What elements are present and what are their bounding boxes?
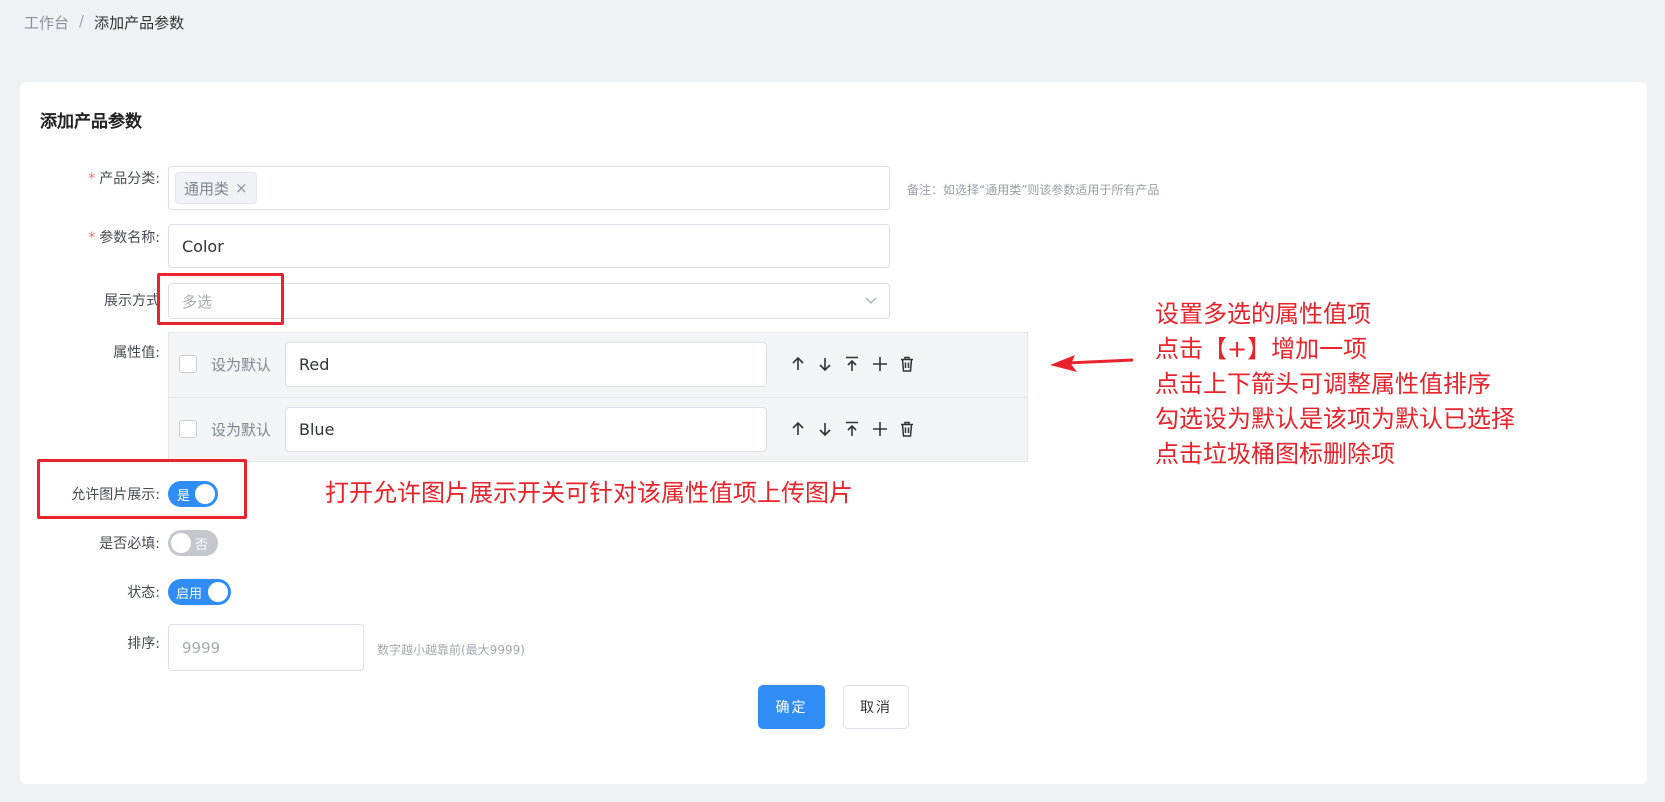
category-tag-label: 通用类 [184, 179, 230, 198]
switch-knob [171, 533, 191, 553]
required-switch[interactable]: 否 [168, 530, 218, 556]
breadcrumb-home[interactable]: 工作台 [24, 12, 69, 33]
sort-hint: 数字越小越靠前(最大9999) [377, 643, 525, 657]
annotation-line: 点击【+】增加一项 [1155, 335, 1368, 363]
required-mark: * [88, 171, 96, 187]
arrow-down-icon[interactable] [816, 355, 834, 373]
category-hint: 备注：如选择“通用类”则该参数适用于所有产品 [907, 183, 1160, 197]
default-checkbox-label: 设为默认 [211, 421, 272, 439]
status-label: 状态: [127, 585, 160, 601]
category-tag: 通用类 × [175, 172, 257, 204]
param-name-input[interactable]: Color [168, 224, 890, 268]
trash-icon[interactable] [898, 355, 916, 373]
display-mode-highlight-box [157, 273, 284, 325]
breadcrumb-separator: / [79, 12, 85, 30]
annotation-line: 点击上下箭头可调整属性值排序 [1155, 370, 1491, 398]
page-title: 添加产品参数 [40, 112, 142, 132]
status-switch[interactable]: 启用 [168, 579, 231, 605]
arrow-up-icon[interactable] [789, 355, 807, 373]
annotation-right-notes: 设置多选的属性值项 点击【+】增加一项 点击上下箭头可调整属性值排序 勾选设为默… [1155, 297, 1515, 472]
default-checkbox-label: 设为默认 [211, 356, 272, 374]
list-item: 设为默认 Blue [169, 397, 1027, 460]
annotation-line: 点击垃圾桶图标删除项 [1155, 440, 1395, 468]
plus-icon[interactable] [871, 355, 889, 373]
default-checkbox[interactable] [179, 420, 197, 438]
move-top-icon[interactable] [843, 420, 861, 438]
arrow-down-icon[interactable] [816, 420, 834, 438]
category-label: * 产品分类: [88, 171, 160, 187]
arrow-up-icon[interactable] [789, 420, 807, 438]
category-select[interactable]: 通用类 × [168, 166, 890, 210]
param-name-label: * 参数名称: [88, 230, 160, 246]
tag-close-icon[interactable]: × [235, 179, 248, 197]
sort-input[interactable]: 9999 [168, 624, 364, 671]
move-top-icon[interactable] [843, 355, 861, 373]
display-mode-label: 展示方式 [104, 293, 160, 309]
cancel-button[interactable]: 取消 [843, 685, 909, 729]
switch-knob [208, 582, 228, 602]
attr-values-label: 属性值: [113, 345, 160, 361]
required-mark: * [88, 230, 96, 246]
annotation-switch-note: 打开允许图片展示开关可针对该属性值项上传图片 [325, 479, 853, 507]
required-label: 是否必填: [99, 536, 160, 552]
attr-values-list: 设为默认 Red 设为默认 Blue [168, 332, 1028, 462]
list-item: 设为默认 Red [169, 333, 1027, 396]
plus-icon[interactable] [871, 420, 889, 438]
annotation-arrow-icon [1050, 355, 1134, 372]
attr-value-input[interactable]: Blue [285, 407, 767, 452]
breadcrumb-current: 添加产品参数 [94, 14, 185, 32]
breadcrumb: 工作台 / 添加产品参数 [24, 12, 184, 33]
annotation-line: 勾选设为默认是该项为默认已选择 [1155, 405, 1515, 433]
default-checkbox[interactable] [179, 355, 197, 373]
sort-label: 排序: [127, 636, 160, 652]
switch-text: 否 [195, 538, 209, 553]
allow-image-highlight-box [37, 459, 247, 519]
trash-icon[interactable] [898, 420, 916, 438]
chevron-down-icon [865, 297, 877, 304]
attr-value-input[interactable]: Red [285, 342, 767, 387]
confirm-button[interactable]: 确定 [758, 685, 825, 729]
annotation-line: 设置多选的属性值项 [1155, 300, 1371, 328]
switch-text: 启用 [176, 587, 203, 602]
